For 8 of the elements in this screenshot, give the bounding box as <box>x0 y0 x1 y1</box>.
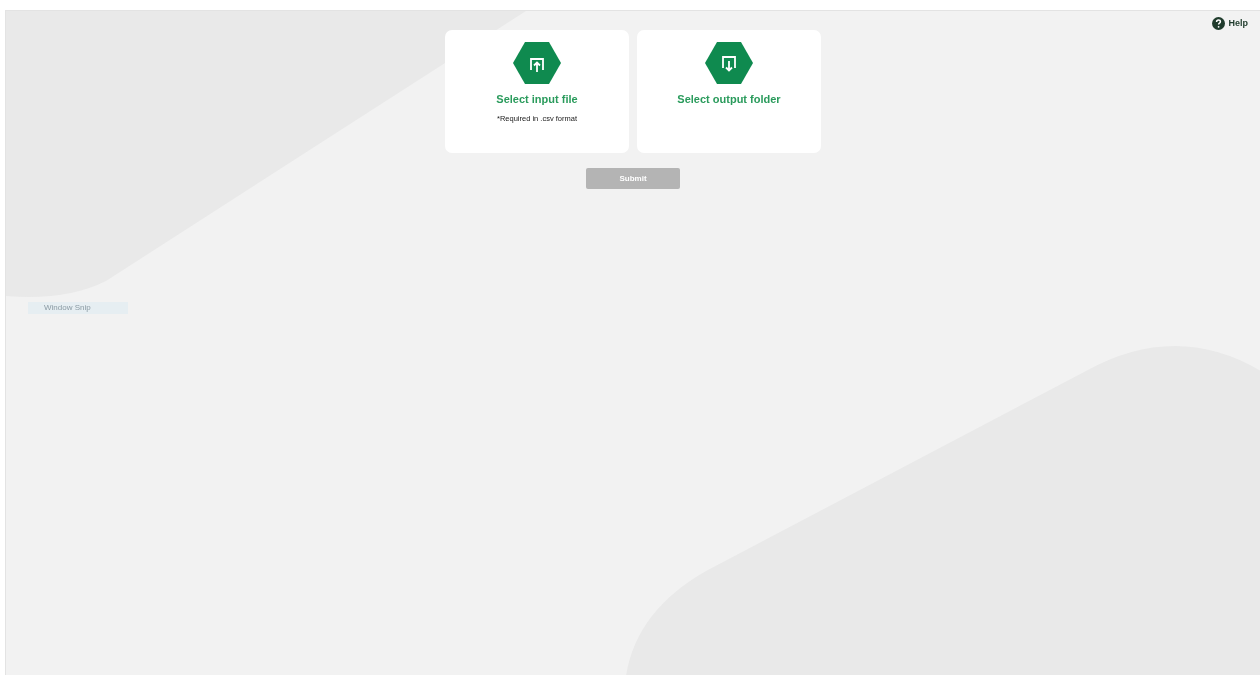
help-icon <box>1212 17 1226 31</box>
folder-picker-card[interactable]: Select output folder <box>637 30 821 153</box>
upload-icon <box>512 41 562 85</box>
window-snip-label: Window Snip <box>28 302 128 314</box>
card-title: Select output folder <box>676 92 782 107</box>
card-title: Select input file <box>495 92 579 107</box>
download-icon <box>704 41 754 85</box>
help-button[interactable]: Help <box>1212 17 1248 31</box>
